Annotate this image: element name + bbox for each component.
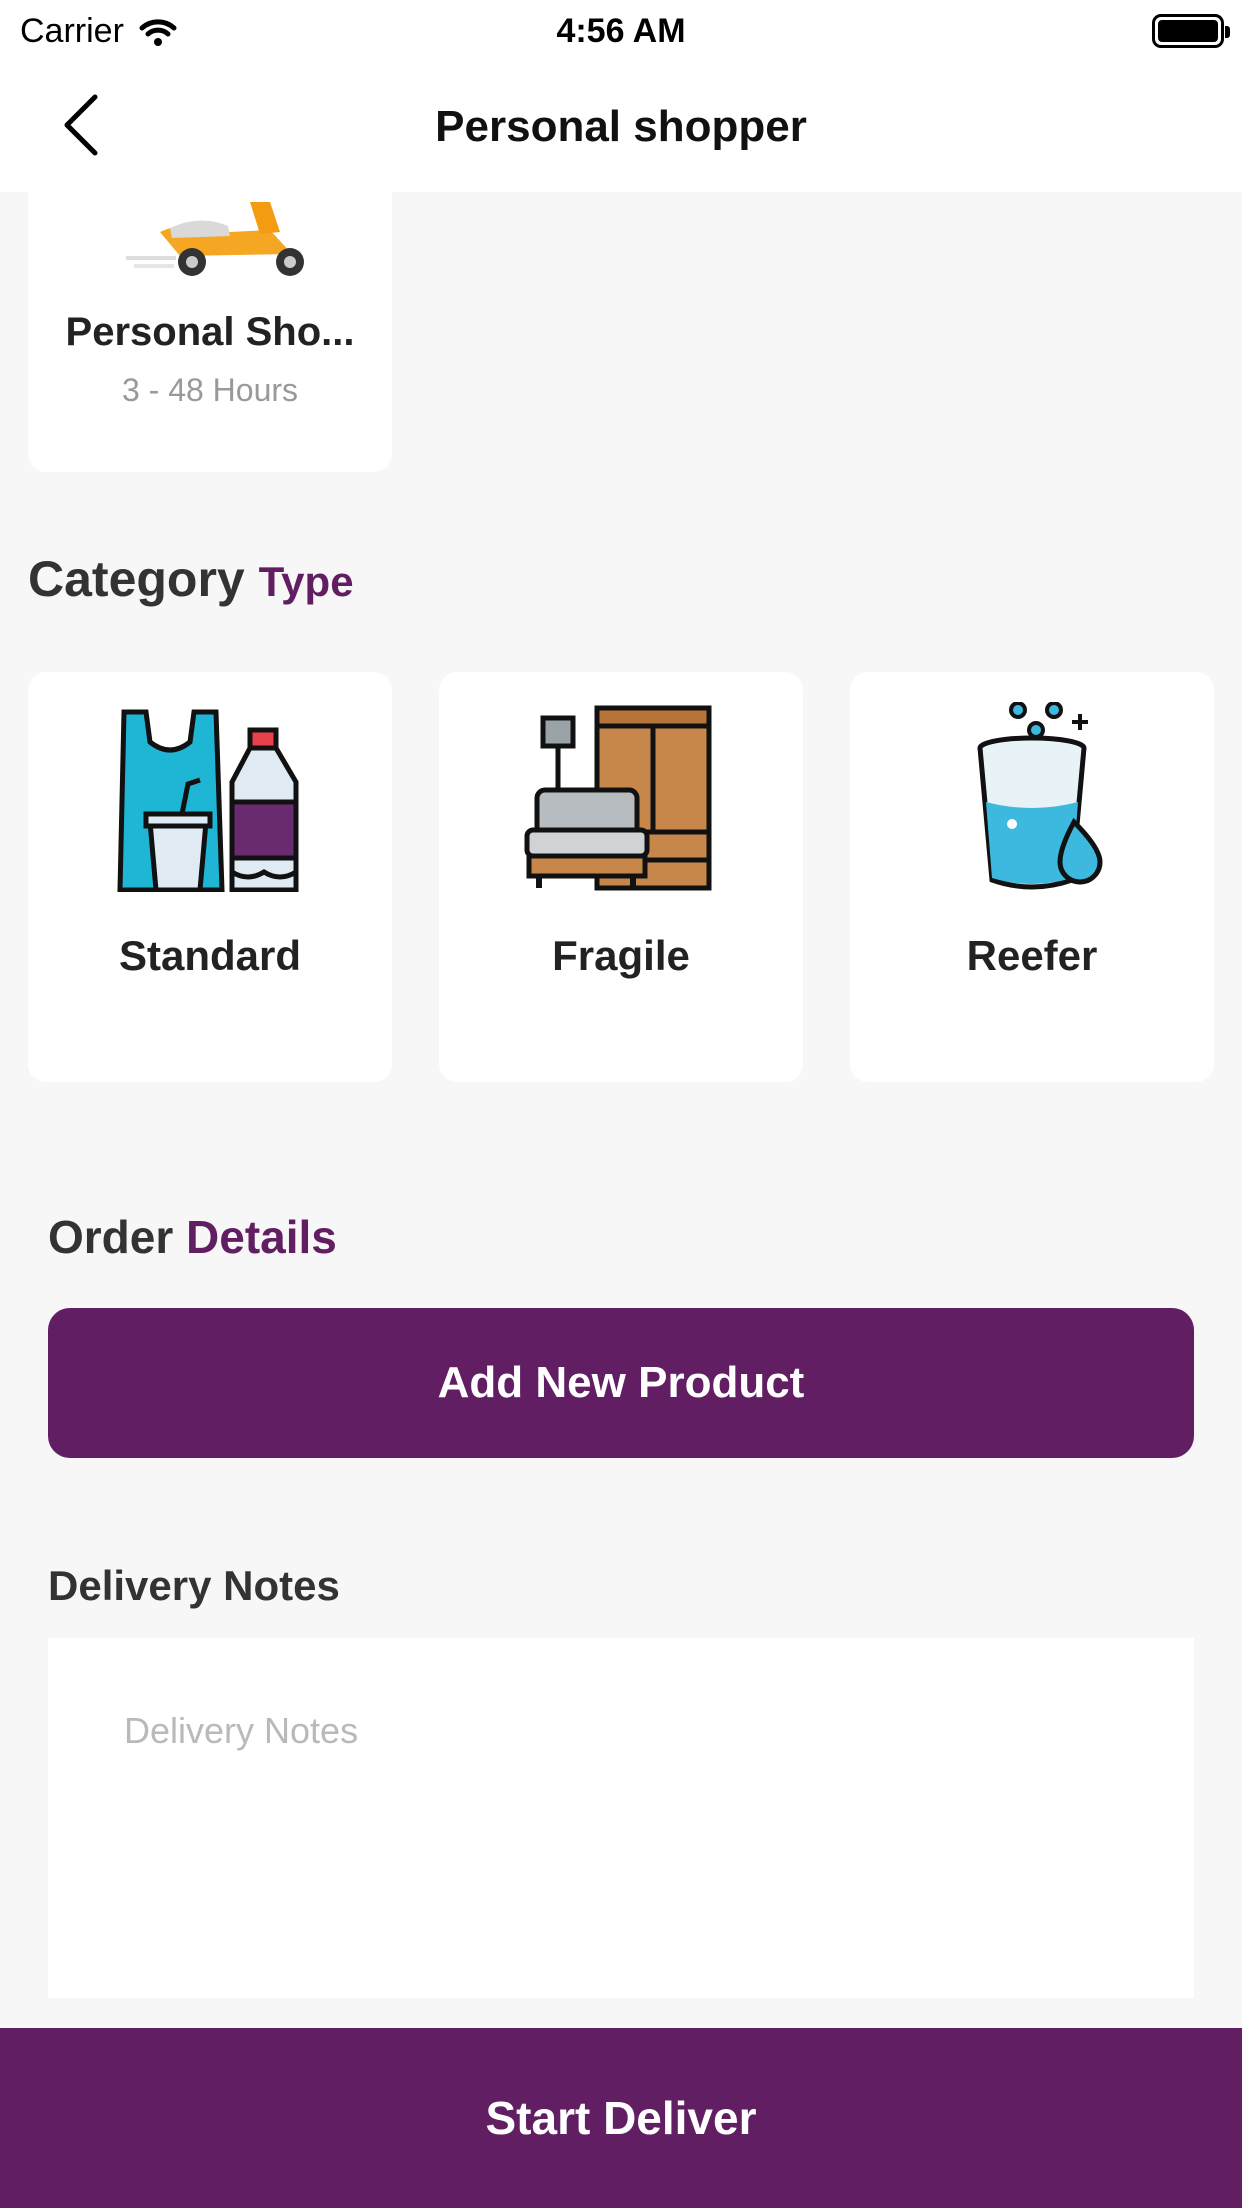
category-label-standard: Standard (118, 932, 302, 979)
delivery-notes-heading: Delivery Notes (48, 1562, 340, 1609)
delivery-notes-input[interactable] (48, 1638, 1194, 1998)
water-glass-icon (977, 702, 1103, 890)
category-label-fragile: Fragile (552, 932, 690, 979)
clock: 4:56 AM (556, 12, 686, 50)
start-deliver-button[interactable]: Start Deliver (0, 2028, 1242, 2208)
category-card-fragile[interactable]: Fragile (439, 672, 803, 1082)
furniture-icon (524, 705, 712, 891)
scooter-icon (126, 202, 304, 276)
service-name: Personal Sho... (65, 310, 355, 354)
order-details-heading: Order Details (48, 1210, 337, 1264)
battery-icon (1152, 14, 1230, 48)
category-card-standard[interactable]: Standard (28, 672, 392, 1082)
status-bar: Carrier 4:56 AM (0, 0, 1242, 62)
service-card[interactable]: Personal Sho... 3 - 48 Hours (28, 192, 392, 472)
bag-bottle-icon (117, 709, 299, 892)
category-card-reefer[interactable]: Reefer (850, 672, 1214, 1082)
scroll-content[interactable]: Personal Sho... 3 - 48 Hours Category Ty… (0, 192, 1242, 2028)
page-title: Personal shopper (435, 102, 807, 151)
order-heading-text: Order (48, 1211, 174, 1263)
category-heading: Category Type (28, 550, 354, 608)
category-label-reefer: Reefer (966, 932, 1098, 979)
nav-bar: Personal shopper (0, 62, 1242, 192)
category-heading-text: Category (28, 551, 245, 607)
category-heading-accent: Type (258, 558, 354, 605)
add-new-product-button[interactable]: Add New Product (48, 1308, 1194, 1458)
delivery-notes-container (48, 1638, 1194, 1998)
service-duration: 3 - 48 Hours (121, 372, 299, 408)
order-heading-accent: Details (186, 1211, 337, 1263)
